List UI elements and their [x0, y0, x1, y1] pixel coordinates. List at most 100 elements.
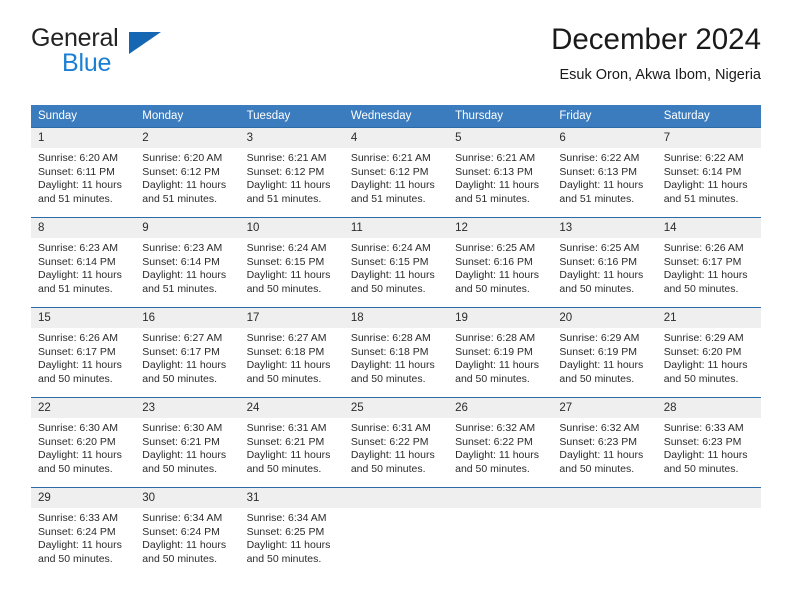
day-info-sunset: Sunset: 6:21 PM: [246, 435, 325, 448]
day-info-sunrise: Sunrise: 6:33 AM: [663, 422, 744, 434]
day-sun-info: Sunrise: 6:21 AM Sunset: 6:13 PM Daylight:…: [448, 148, 552, 206]
day-info-daylight2: and 50 minutes.: [246, 372, 322, 385]
day-info-sunrise: Sunrise: 6:24 AM: [246, 242, 327, 254]
day-info-daylight1: Daylight: 11 hours: [455, 179, 539, 192]
calendar-day-cell[interactable]: [448, 487, 553, 577]
calendar-day-cell[interactable]: 14 Sunrise: 6:26 AM Sunset: 6:17 PM Dayligh…: [656, 217, 761, 307]
day-number: [656, 488, 761, 508]
title-block: December 2024 Esuk Oron, Akwa Ibom, Nige…: [551, 22, 761, 84]
day-number: 19: [448, 308, 553, 328]
day-info-sunrise: Sunrise: 6:21 AM: [350, 152, 431, 164]
calendar-day-cell[interactable]: 28 Sunrise: 6:33 AM Sunset: 6:23 PM Dayligh…: [656, 397, 761, 487]
calendar-day-cell[interactable]: 3 Sunrise: 6:21 AM Sunset: 6:12 PM Daylight…: [239, 127, 344, 217]
calendar-day-cell[interactable]: 8 Sunrise: 6:23 AM Sunset: 6:14 PM Daylight…: [31, 217, 136, 307]
calendar-day-cell[interactable]: 7 Sunrise: 6:22 AM Sunset: 6:14 PM Daylight…: [656, 127, 761, 217]
day-sun-info: Sunrise: 6:26 AM Sunset: 6:17 PM Daylight:…: [657, 238, 761, 296]
day-info-sunrise: Sunrise: 6:24 AM: [350, 242, 431, 254]
day-number: 4: [343, 128, 449, 148]
day-cell-content: 16 Sunrise: 6:27 AM Sunset: 6:17 PM Dayligh…: [135, 307, 240, 397]
day-info-daylight2: and 50 minutes.: [246, 282, 322, 295]
day-info-sunrise: Sunrise: 6:21 AM: [455, 152, 536, 164]
day-info-sunrise: Sunrise: 6:29 AM: [559, 332, 640, 344]
day-info-daylight1: Daylight: 11 hours: [142, 269, 227, 282]
calendar-day-cell[interactable]: 2 Sunrise: 6:20 AM Sunset: 6:12 PM Daylight…: [135, 127, 240, 217]
day-info-daylight2: and 50 minutes.: [142, 462, 217, 475]
calendar-day-cell[interactable]: 24 Sunrise: 6:31 AM Sunset: 6:21 PM Dayligh…: [239, 397, 344, 487]
calendar-day-cell[interactable]: 31 Sunrise: 6:34 AM Sunset: 6:25 PM Dayligh…: [239, 487, 344, 577]
day-sun-info: Sunrise: 6:21 AM Sunset: 6:12 PM Daylight:…: [240, 148, 344, 206]
calendar-day-cell[interactable]: 16 Sunrise: 6:27 AM Sunset: 6:17 PM Dayligh…: [135, 307, 240, 397]
calendar-day-cell[interactable]: 25 Sunrise: 6:31 AM Sunset: 6:22 PM Dayligh…: [343, 397, 449, 487]
day-info-sunrise: Sunrise: 6:31 AM: [350, 422, 431, 434]
day-info-daylight1: Daylight: 11 hours: [663, 449, 748, 462]
day-info-sunrise: Sunrise: 6:30 AM: [142, 422, 223, 434]
day-cell-content: 22 Sunrise: 6:30 AM Sunset: 6:20 PM Dayligh…: [31, 397, 136, 487]
day-info-sunrise: Sunrise: 6:34 AM: [142, 512, 223, 524]
calendar-day-cell[interactable]: 13 Sunrise: 6:25 AM Sunset: 6:16 PM Dayligh…: [552, 217, 657, 307]
day-number: 30: [135, 488, 240, 508]
calendar-day-cell[interactable]: 9 Sunrise: 6:23 AM Sunset: 6:14 PM Daylight…: [135, 217, 240, 307]
day-sun-info: Sunrise: 6:34 AM Sunset: 6:24 PM Daylight:…: [135, 508, 239, 566]
day-info-sunset: Sunset: 6:24 PM: [38, 525, 116, 538]
day-info-daylight2: and 50 minutes.: [350, 372, 426, 385]
calendar-day-cell[interactable]: 1 Sunrise: 6:20 AM Sunset: 6:11 PM Daylight…: [31, 127, 136, 217]
day-sun-info: Sunrise: 6:32 AM Sunset: 6:23 PM Daylight:…: [552, 418, 656, 476]
day-info-daylight2: and 51 minutes.: [663, 192, 739, 205]
day-info-daylight1: Daylight: 11 hours: [38, 359, 122, 372]
calendar-day-cell[interactable]: [343, 487, 449, 577]
weekday-header-wednesday: Wednesday: [343, 105, 449, 127]
day-cell-content: 19 Sunrise: 6:28 AM Sunset: 6:19 PM Dayligh…: [448, 307, 553, 397]
calendar-day-cell[interactable]: 20 Sunrise: 6:29 AM Sunset: 6:19 PM Dayligh…: [552, 307, 657, 397]
calendar-day-cell[interactable]: 10 Sunrise: 6:24 AM Sunset: 6:15 PM Dayligh…: [239, 217, 344, 307]
calendar-day-cell[interactable]: [552, 487, 657, 577]
calendar-day-cell[interactable]: 12 Sunrise: 6:25 AM Sunset: 6:16 PM Dayligh…: [448, 217, 553, 307]
day-number: 17: [239, 308, 344, 328]
day-info-sunset: Sunset: 6:25 PM: [246, 525, 325, 538]
calendar-day-cell[interactable]: 21 Sunrise: 6:29 AM Sunset: 6:20 PM Dayligh…: [656, 307, 761, 397]
day-info-daylight2: and 50 minutes.: [455, 282, 530, 295]
calendar-body: 1 Sunrise: 6:20 AM Sunset: 6:11 PM Daylight…: [31, 127, 761, 577]
day-info-sunset: Sunset: 6:18 PM: [246, 345, 325, 358]
day-number: 31: [239, 488, 344, 508]
calendar-day-cell[interactable]: 29 Sunrise: 6:33 AM Sunset: 6:24 PM Dayligh…: [31, 487, 136, 577]
day-info-daylight2: and 50 minutes.: [350, 282, 426, 295]
day-info-sunset: Sunset: 6:14 PM: [142, 255, 220, 268]
day-sun-info: Sunrise: 6:25 AM Sunset: 6:16 PM Daylight:…: [448, 238, 552, 296]
calendar-day-cell[interactable]: 5 Sunrise: 6:21 AM Sunset: 6:13 PM Daylight…: [448, 127, 553, 217]
day-info-daylight1: Daylight: 11 hours: [559, 269, 644, 282]
calendar-day-cell[interactable]: 22 Sunrise: 6:30 AM Sunset: 6:20 PM Dayligh…: [31, 397, 136, 487]
brand-logo[interactable]: General Blue: [31, 26, 251, 88]
calendar-day-cell[interactable]: 26 Sunrise: 6:32 AM Sunset: 6:22 PM Dayligh…: [448, 397, 553, 487]
day-info-sunset: Sunset: 6:19 PM: [455, 345, 533, 358]
calendar-day-cell[interactable]: 18 Sunrise: 6:28 AM Sunset: 6:18 PM Dayligh…: [343, 307, 449, 397]
calendar-day-cell[interactable]: [656, 487, 761, 577]
day-number: 18: [343, 308, 449, 328]
calendar-day-cell[interactable]: 30 Sunrise: 6:34 AM Sunset: 6:24 PM Dayligh…: [135, 487, 240, 577]
calendar-day-cell[interactable]: 23 Sunrise: 6:30 AM Sunset: 6:21 PM Dayligh…: [135, 397, 240, 487]
day-info-sunset: Sunset: 6:22 PM: [455, 435, 533, 448]
day-cell-content: 14 Sunrise: 6:26 AM Sunset: 6:17 PM Dayligh…: [656, 217, 761, 307]
day-number: 13: [552, 218, 657, 238]
calendar-day-cell[interactable]: 19 Sunrise: 6:28 AM Sunset: 6:19 PM Dayligh…: [448, 307, 553, 397]
calendar-day-cell[interactable]: 17 Sunrise: 6:27 AM Sunset: 6:18 PM Dayligh…: [239, 307, 344, 397]
day-info-daylight2: and 51 minutes.: [350, 192, 426, 205]
calendar-day-cell[interactable]: 6 Sunrise: 6:22 AM Sunset: 6:13 PM Daylight…: [552, 127, 657, 217]
day-info-sunset: Sunset: 6:16 PM: [455, 255, 533, 268]
day-info-daylight2: and 51 minutes.: [38, 192, 113, 205]
calendar-week-row: 22 Sunrise: 6:30 AM Sunset: 6:20 PM Dayligh…: [31, 397, 761, 487]
day-info-sunrise: Sunrise: 6:27 AM: [246, 332, 327, 344]
day-cell-content: 20 Sunrise: 6:29 AM Sunset: 6:19 PM Dayligh…: [552, 307, 657, 397]
day-info-daylight1: Daylight: 11 hours: [350, 359, 435, 372]
day-sun-info: Sunrise: 6:30 AM Sunset: 6:21 PM Daylight:…: [135, 418, 239, 476]
calendar-day-cell[interactable]: 11 Sunrise: 6:24 AM Sunset: 6:15 PM Dayligh…: [343, 217, 449, 307]
day-info-sunrise: Sunrise: 6:22 AM: [559, 152, 640, 164]
day-info-daylight2: and 50 minutes.: [559, 462, 635, 475]
day-info-daylight1: Daylight: 11 hours: [350, 449, 435, 462]
calendar-day-cell[interactable]: 15 Sunrise: 6:26 AM Sunset: 6:17 PM Dayligh…: [31, 307, 136, 397]
calendar-day-cell[interactable]: 4 Sunrise: 6:21 AM Sunset: 6:12 PM Daylight…: [343, 127, 449, 217]
day-info-sunset: Sunset: 6:14 PM: [38, 255, 116, 268]
day-number: 22: [31, 398, 136, 418]
calendar-day-cell[interactable]: 27 Sunrise: 6:32 AM Sunset: 6:23 PM Dayligh…: [552, 397, 657, 487]
day-info-sunrise: Sunrise: 6:23 AM: [142, 242, 223, 254]
day-info-sunset: Sunset: 6:14 PM: [663, 165, 742, 178]
